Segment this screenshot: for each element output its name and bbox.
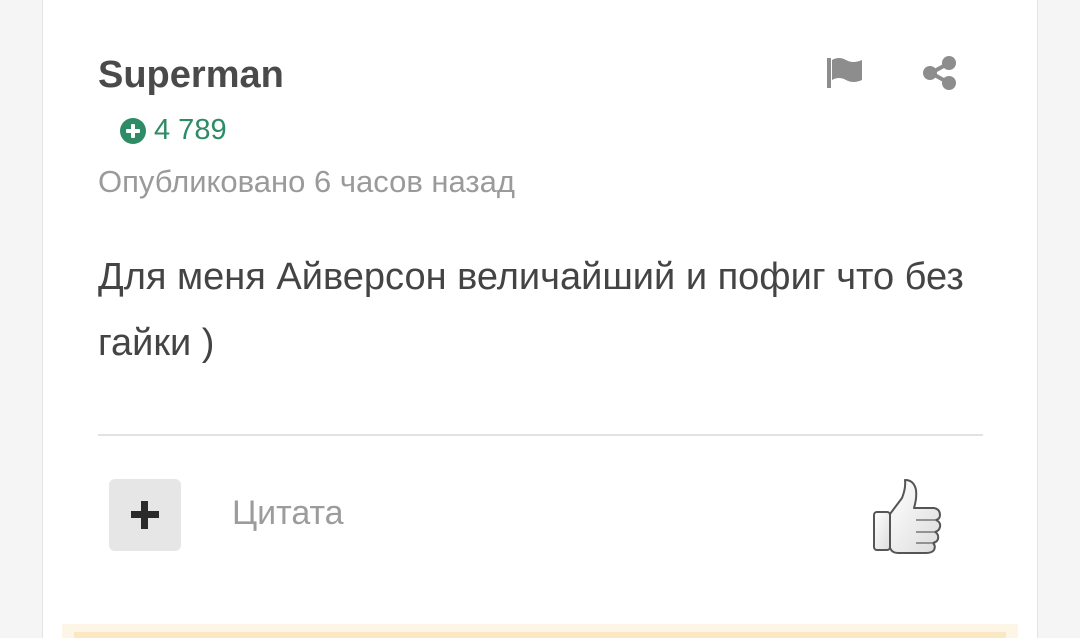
- author-name[interactable]: Superman: [98, 54, 284, 97]
- flag-icon: [827, 58, 862, 88]
- thumbs-up-icon: [873, 479, 942, 554]
- reputation-value: 4 789: [154, 114, 227, 146]
- share-button[interactable]: [922, 56, 958, 90]
- quote-button[interactable]: Цитата: [232, 494, 344, 533]
- like-button[interactable]: [868, 476, 946, 556]
- post-date: Опубликовано 6 часов назад: [98, 164, 515, 199]
- reputation-badge: 4 789: [120, 114, 227, 147]
- plus-circle-icon: [120, 117, 146, 144]
- report-button[interactable]: [826, 56, 864, 90]
- next-post-edge: [62, 624, 1018, 638]
- post-content: Для меня Айверсон величайший и пофиг что…: [98, 256, 964, 364]
- share-icon: [923, 56, 956, 90]
- multiquote-button[interactable]: [109, 479, 181, 551]
- divider: [98, 434, 983, 436]
